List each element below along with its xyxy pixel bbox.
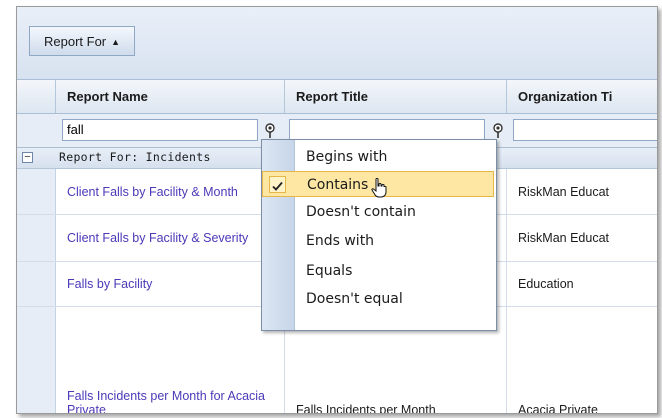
organization-cell: Education — [518, 277, 574, 291]
column-header-row: Report Name Report Title Organization Ti — [17, 80, 657, 114]
organization-cell: RiskMan Educat — [518, 231, 610, 245]
column-header-report-title[interactable]: Report Title — [285, 80, 507, 113]
collapse-icon[interactable]: − — [22, 152, 33, 163]
hand-cursor-icon — [371, 178, 387, 198]
menu-item-doesnt-equal[interactable]: Doesn't equal — [262, 286, 494, 312]
menu-item-doesnt-contain[interactable]: Doesn't contain — [262, 199, 494, 225]
sort-ascending-icon: ▲ — [111, 37, 121, 47]
report-name-link[interactable]: Falls Incidents per Month for Acacia Pri… — [67, 389, 284, 413]
report-title-cell: Falls Incidents per Month — [296, 403, 436, 414]
report-name-link[interactable]: Client Falls by Facility & Month — [67, 185, 238, 199]
menu-item-ends-with[interactable]: Ends with — [262, 228, 494, 254]
report-name-link[interactable]: Falls by Facility — [67, 277, 152, 291]
header-indent-cell — [17, 80, 56, 113]
organization-cell: RiskMan Educat — [518, 184, 610, 199]
row-indent — [17, 169, 56, 214]
filter-icon[interactable] — [263, 123, 277, 139]
checkmark-icon — [269, 176, 286, 193]
column-header-report-name[interactable]: Report Name — [56, 80, 285, 113]
report-name-link[interactable]: Client Falls by Facility & Severity — [67, 231, 248, 245]
filter-icon[interactable] — [491, 123, 505, 139]
report-name-filter-input[interactable]: fall — [62, 119, 258, 141]
menu-item-contains[interactable]: Contains — [262, 171, 494, 198]
organization-filter-input[interactable] — [513, 119, 657, 141]
menu-item-begins-with[interactable]: Begins with — [262, 144, 494, 170]
row-indent — [17, 262, 56, 306]
menu-item-equals[interactable]: Equals — [262, 258, 494, 284]
column-header-organization-title[interactable]: Organization Ti — [507, 80, 657, 113]
row-indent — [17, 215, 56, 261]
row-indent — [17, 307, 56, 413]
group-panel: Report For ▲ — [17, 7, 657, 80]
organization-cell: Acacia Private — [518, 403, 598, 414]
report-for-group-button[interactable]: Report For ▲ — [29, 26, 136, 56]
grid-window: Report For ▲ Report Name Report Title Org… — [16, 6, 658, 414]
filter-condition-menu: Begins with Contains Doesn't contain End… — [261, 139, 497, 331]
report-for-label: Report For — [44, 34, 107, 49]
group-row-label: Report For: Incidents — [59, 150, 211, 164]
report-title-filter-input[interactable] — [289, 119, 485, 141]
